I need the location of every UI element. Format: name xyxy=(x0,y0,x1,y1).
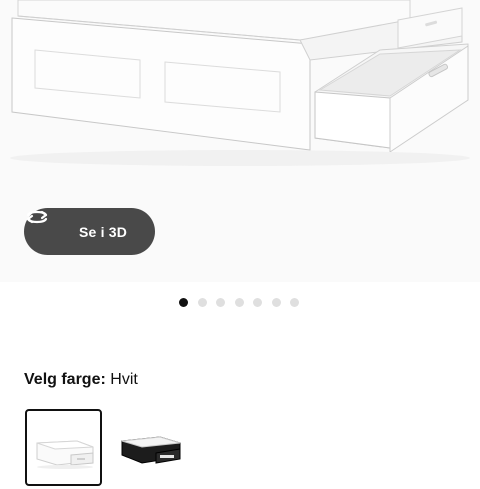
gallery-dot-1[interactable] xyxy=(179,298,188,307)
gallery-dot-4[interactable] xyxy=(234,298,244,307)
gallery-dot-5[interactable] xyxy=(253,298,262,307)
color-option-black[interactable] xyxy=(114,409,191,486)
gallery-dot-6[interactable] xyxy=(271,298,281,307)
view-in-3d-label: Se i 3D xyxy=(79,223,128,240)
color-selector-heading: Velg farge: Hvit xyxy=(24,371,138,389)
gallery-pagination xyxy=(179,298,299,307)
selected-color-value: Hvit xyxy=(110,371,138,388)
black-bed-thumbnail xyxy=(121,436,181,464)
white-bed-thumbnail xyxy=(36,440,94,469)
rotate-3d-icon xyxy=(26,210,68,242)
gallery-dot-7[interactable] xyxy=(290,298,299,307)
color-selector-label: Velg farge: xyxy=(24,371,106,388)
gallery-dot-2[interactable] xyxy=(197,298,207,307)
view-in-3d-button[interactable]: Se i 3D xyxy=(24,208,155,255)
color-option-white[interactable] xyxy=(25,409,102,486)
product-image[interactable]: Se i 3D xyxy=(0,0,480,282)
gallery-dot-3[interactable] xyxy=(216,298,225,307)
